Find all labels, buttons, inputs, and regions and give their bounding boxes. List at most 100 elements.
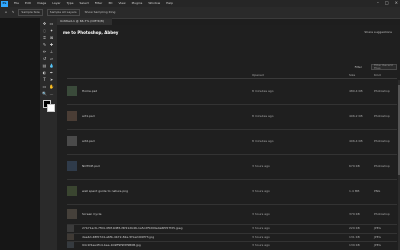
file-kind: Photoshop	[374, 139, 390, 143]
table-row[interactable]: Screen Cycle 3 hours ago 379 KB Photosho…	[67, 204, 397, 225]
crop-tool-icon[interactable]: ⌗	[42, 35, 47, 40]
blur-tool-icon[interactable]: 💧	[49, 63, 54, 68]
file-name: NOTICE.psd	[82, 164, 100, 168]
menu-image[interactable]: Image	[37, 2, 46, 5]
file-kind: PNG	[374, 189, 381, 193]
photoshop-window: Ps File Edit Image Layer Type Select Fil…	[0, 0, 400, 250]
file-size: 406.2 KB	[349, 114, 363, 118]
table-row[interactable]: Home.psd 8 minutes ago 480.4 KB Photosho…	[67, 79, 397, 105]
menu-select[interactable]: Select	[80, 2, 89, 5]
home-icon[interactable]: ⌂	[5, 11, 7, 14]
brush-tool-icon[interactable]: ✏	[42, 49, 47, 54]
file-thumbnail	[67, 225, 74, 232]
file-size: 139 KB	[349, 243, 360, 247]
menu-view[interactable]: View	[118, 2, 125, 5]
table-row[interactable]: NOTICE.psd 3 hours ago 679 KB Photoshop	[67, 154, 397, 180]
file-opened: 3 hours ago	[252, 164, 270, 168]
menu-type[interactable]: Type	[67, 2, 74, 5]
shape-tool-icon[interactable]: ▭	[42, 84, 47, 89]
eyedropper-icon[interactable]: ✎	[12, 11, 15, 14]
pen-tool-icon[interactable]: ✒	[49, 70, 54, 75]
left-panel	[0, 18, 40, 250]
file-opened: 8 minutes ago	[252, 114, 274, 118]
sampling-ring-checkbox[interactable]: Show Sampling Ring	[85, 11, 116, 14]
table-row[interactable]: well spent guide to nature.png 3 hours a…	[67, 179, 397, 205]
menu-bar: Ps File Edit Image Layer Type Select Fil…	[0, 0, 400, 7]
dodge-tool-icon[interactable]: ◐	[42, 70, 47, 75]
file-opened: 3 hours ago	[252, 226, 270, 230]
file-thumbnail	[67, 242, 74, 248]
filter-label: Filter	[354, 65, 362, 69]
maximize-icon[interactable]: □	[385, 1, 389, 5]
file-name: 27b71ac6-7f04-4f0f-9d85-f4f212b46-1a5c2f…	[82, 226, 183, 230]
file-opened: 3 hours ago	[252, 235, 270, 239]
page-title: me to Photoshop, Abbey	[63, 30, 119, 35]
file-name: dae4d-48f07d4-a6fb-4b72-82e-5f1a2d09f73.…	[82, 235, 155, 239]
background-color-swatch[interactable]	[47, 104, 55, 112]
more-tools-icon[interactable]: …	[49, 91, 54, 96]
file-kind: Photoshop	[374, 164, 390, 168]
marquee-tool-icon[interactable]: ▭	[49, 21, 54, 26]
hand-tool-icon[interactable]: ✋	[49, 84, 54, 89]
frame-tool-icon[interactable]: ⊠	[49, 35, 54, 40]
file-size: 1.4 MB	[349, 189, 360, 193]
share-suggestions-button[interactable]: Share suggestions	[364, 31, 392, 34]
zoom-tool-icon[interactable]: 🔍	[42, 91, 47, 96]
file-thumbnail	[67, 234, 74, 240]
gradient-tool-icon[interactable]: ▤	[42, 63, 47, 68]
magic-wand-tool-icon[interactable]: ✦	[49, 28, 54, 33]
menu-plugins[interactable]: Plugins	[132, 2, 143, 5]
column-header-size[interactable]: Size	[349, 74, 355, 77]
file-kind: JPEG	[374, 226, 381, 230]
minimize-icon[interactable]: –	[377, 1, 379, 5]
file-kind: JPEG	[374, 235, 381, 239]
lasso-tool-icon[interactable]: ◌	[42, 28, 47, 33]
file-opened: 8 minutes ago	[252, 89, 274, 93]
file-thumbnail	[67, 186, 77, 196]
filter-input[interactable]: Filter Recent Files	[371, 64, 397, 70]
file-thumbnail	[67, 86, 77, 96]
file-size: 406.4 KB	[349, 139, 363, 143]
file-name: Home.psd	[82, 89, 98, 93]
file-opened: 8 minutes ago	[252, 139, 274, 143]
type-tool-icon[interactable]: T	[42, 77, 47, 82]
file-thumbnail	[67, 161, 77, 171]
file-kind: Photoshop	[374, 114, 390, 118]
eyedropper-tool-icon[interactable]: ✎	[42, 42, 47, 47]
move-tool-icon[interactable]: ✥	[42, 21, 47, 26]
history-brush-tool-icon[interactable]: ↺	[42, 56, 47, 61]
table-row[interactable]: art1.psd 8 minutes ago 406.2 KB Photosho…	[67, 104, 397, 130]
file-size: 679 KB	[349, 164, 360, 168]
sample-size-select[interactable]: Sample Size	[18, 9, 43, 16]
stamp-tool-icon[interactable]: ⊥	[49, 49, 54, 54]
file-opened: 3 hours ago	[252, 189, 270, 193]
sample-layers-select[interactable]: Sample All Layers	[46, 9, 80, 16]
file-opened: 3 hours ago	[252, 243, 270, 247]
document-tab[interactable]: Untitled-1 @ 66.7% (CMYK/8)	[57, 18, 112, 25]
file-size: 131 KB	[349, 235, 360, 239]
close-icon[interactable]: ×	[395, 1, 398, 5]
menu-filter[interactable]: Filter	[95, 2, 102, 5]
window-controls: – □ ×	[377, 1, 398, 5]
column-header-opened[interactable]: Opened	[252, 74, 264, 77]
home-screen: me to Photoshop, Abbey Share suggestions…	[57, 25, 400, 250]
menu-3d[interactable]: 3D	[108, 2, 112, 5]
healing-tool-icon[interactable]: ✚	[49, 42, 54, 47]
file-name: art2.psd	[82, 139, 95, 143]
menu-layer[interactable]: Layer	[52, 2, 60, 5]
eraser-tool-icon[interactable]: ▱	[49, 56, 54, 61]
menu-window[interactable]: Window	[148, 2, 160, 5]
file-size: 480.4 KB	[349, 89, 363, 93]
table-row[interactable]: art2.psd 8 minutes ago 406.4 KB Photosho…	[67, 129, 397, 155]
menu-edit[interactable]: Edit	[25, 2, 31, 5]
file-name: Screen Cycle	[82, 212, 102, 216]
file-size: 229 KB	[349, 226, 360, 230]
table-row[interactable]: 94c1f4ae4f14-bee-1b9ff9f9fdf9B0B.jpg 3 h…	[67, 241, 397, 249]
menu-file[interactable]: File	[14, 2, 19, 5]
menu-help[interactable]: Help	[166, 2, 173, 5]
path-select-tool-icon[interactable]: ➤	[49, 77, 54, 82]
column-header-kind[interactable]: Kind	[374, 74, 381, 77]
file-thumbnail	[67, 209, 77, 219]
file-opened: 3 hours ago	[252, 212, 270, 216]
file-name: art1.psd	[82, 114, 95, 118]
